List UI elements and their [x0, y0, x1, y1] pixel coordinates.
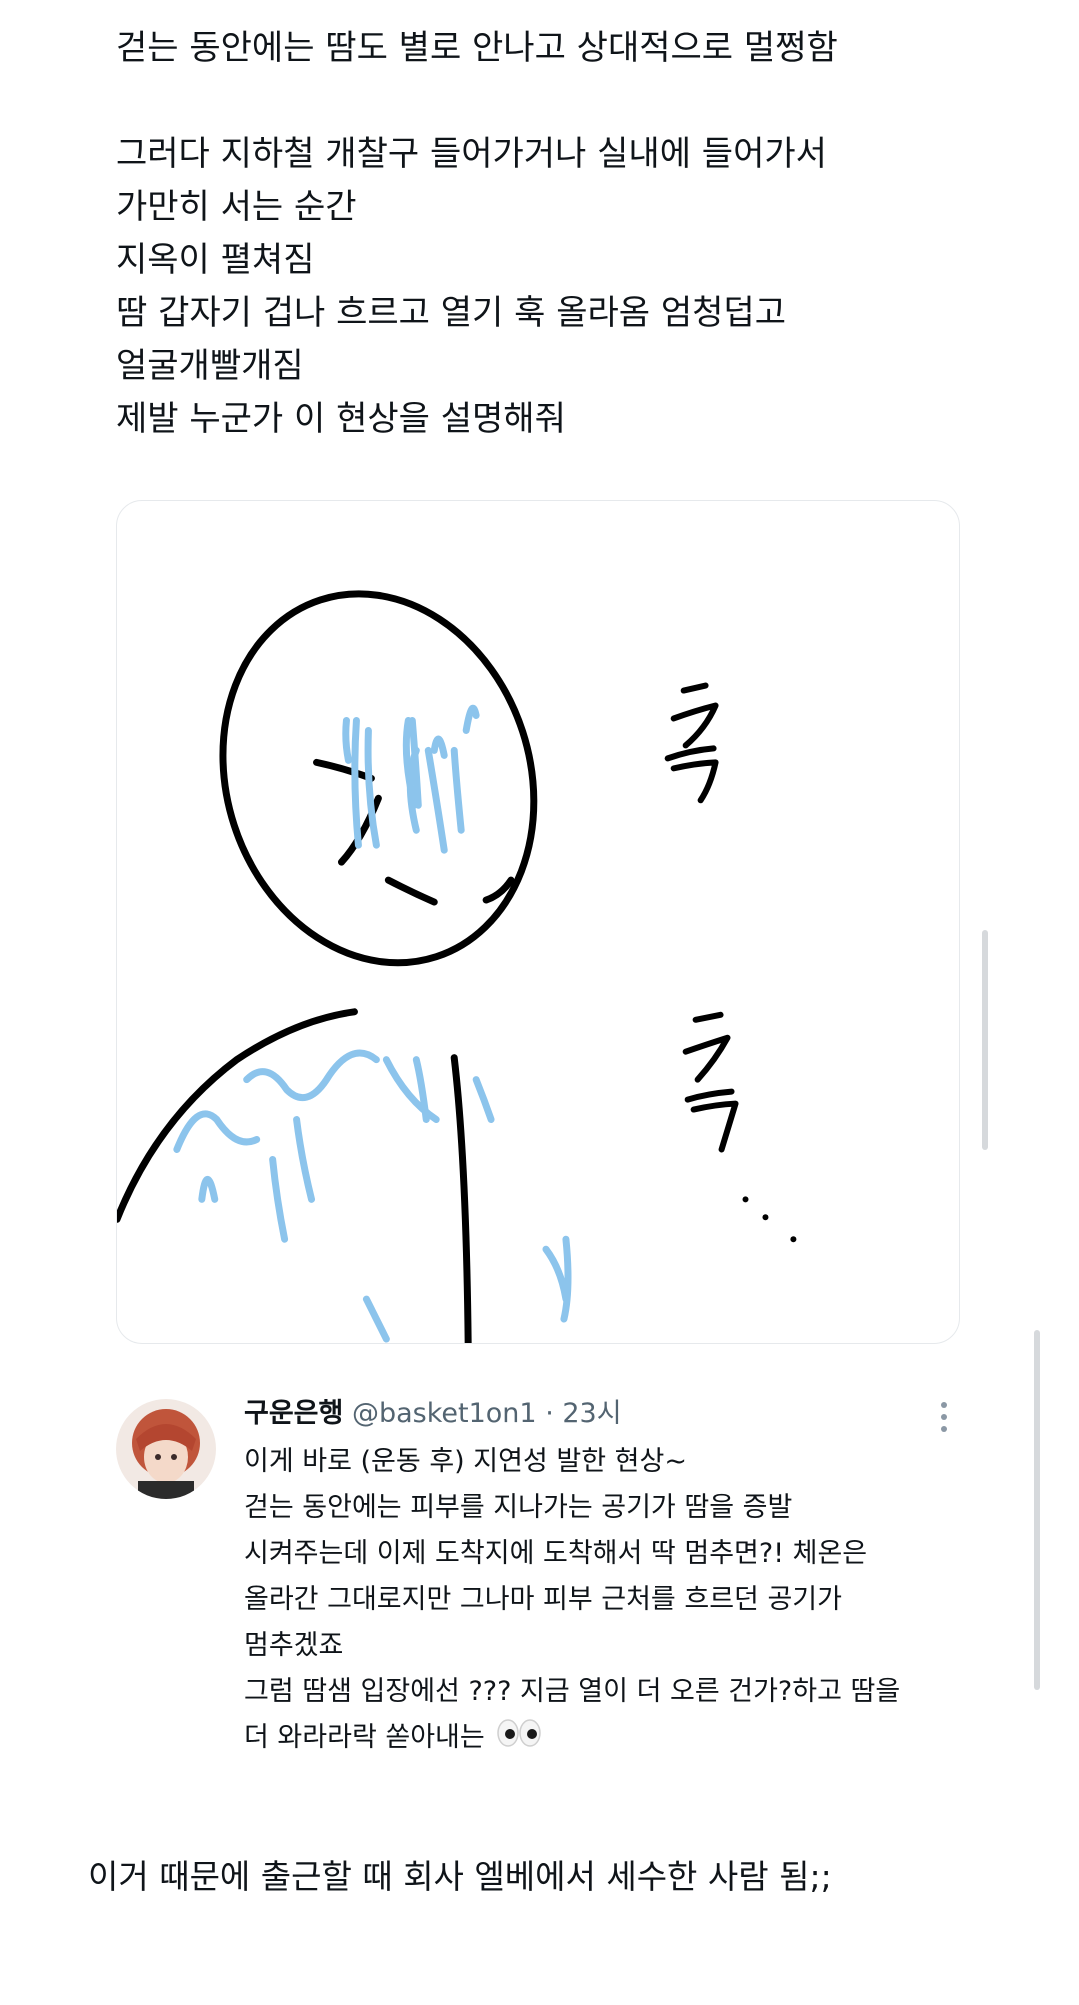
post-line: 얼굴개빨개짐: [116, 346, 304, 386]
more-dot: [941, 1414, 947, 1420]
reply-line: 올라간 그대로지만 그나마 피부 근처를 흐르던 공기가: [244, 1584, 842, 1615]
avatar[interactable]: [116, 1399, 216, 1499]
page-scrollbar[interactable]: [1034, 1330, 1040, 1690]
reply-line: 그럼 땀샘 입장에선 ??? 지금 열이 더 오른 건가?하고 땀을: [244, 1676, 901, 1707]
reply-line: 이게 바로 (운동 후) 지연성 발한 현상~: [244, 1446, 687, 1477]
post-body: 걷는 동안에는 땀도 별로 안나고 상대적으로 멀쩡함 그러다 지하철 개찰구 …: [116, 22, 976, 446]
avatar-image: [116, 1399, 216, 1499]
reply-tweet[interactable]: 구운은행 @basket1on1 · 23시 이게 바로 (운동 후) 지연성 …: [116, 1393, 976, 1793]
post-line: 걷는 동안에는 땀도 별로 안나고 상대적으로 멀쩡함: [116, 28, 838, 68]
reply-line-text: 더 와라라락 쏟아내는: [244, 1722, 485, 1753]
post-line: 지옥이 펼쳐짐: [116, 240, 315, 280]
more-vertical-icon[interactable]: [926, 1397, 962, 1437]
eyes-emoji-icon: [497, 1716, 542, 1762]
reply-line: 멈추겠죠: [244, 1630, 344, 1661]
timestamp[interactable]: 23시: [562, 1398, 621, 1429]
ellipsis-dots: [742, 1196, 797, 1243]
footer-caption: 이거 때문에 출근할 때 회사 엘베에서 세수한 사람 됨;;: [88, 1857, 832, 1896]
more-dot: [941, 1402, 947, 1408]
post-blank-line: [116, 75, 976, 128]
mouth-line: [384, 876, 438, 906]
post-line: 가만히 서는 순간: [116, 187, 357, 227]
display-name[interactable]: 구운은행: [244, 1398, 343, 1429]
reply-line: 걷는 동안에는 피부를 지나가는 공기가 땀을 증발: [244, 1492, 793, 1523]
more-dot: [941, 1426, 947, 1432]
head-outline: [219, 590, 538, 967]
sweating-person-drawing: [117, 590, 797, 1343]
reply-body: 이게 바로 (운동 후) 지연성 발한 현상~ 걷는 동안에는 피부를 지나가는…: [244, 1439, 944, 1761]
eyebrow: [313, 758, 375, 782]
separator-dot: ·: [545, 1398, 554, 1429]
reply-header: 구운은행 @basket1on1 · 23시: [244, 1393, 622, 1435]
post-line: 그러다 지하철 개찰구 들어가거나 실내에 들어가서: [116, 134, 827, 174]
reply-line: 시켜주는데 이제 도착지에 도착해서 딱 멈추면?! 체온은: [244, 1538, 868, 1569]
post-line: 제발 누군가 이 현상을 설명해줘: [116, 399, 566, 439]
reply-last-line: 더 와라라락 쏟아내는: [244, 1715, 944, 1761]
attached-image[interactable]: [116, 500, 960, 1344]
shoulder-line: [117, 1008, 358, 1223]
post-line: 땀 갑자기 겁나 흐르고 열기 훅 올라옴 엄청덥고: [116, 293, 786, 333]
whoo-glyphs: [664, 682, 739, 1153]
sweat-drops: [173, 704, 572, 1343]
arm-line: [450, 1054, 472, 1343]
image-scrollbar[interactable]: [982, 930, 988, 1150]
user-handle[interactable]: @basket1on1: [352, 1398, 537, 1429]
